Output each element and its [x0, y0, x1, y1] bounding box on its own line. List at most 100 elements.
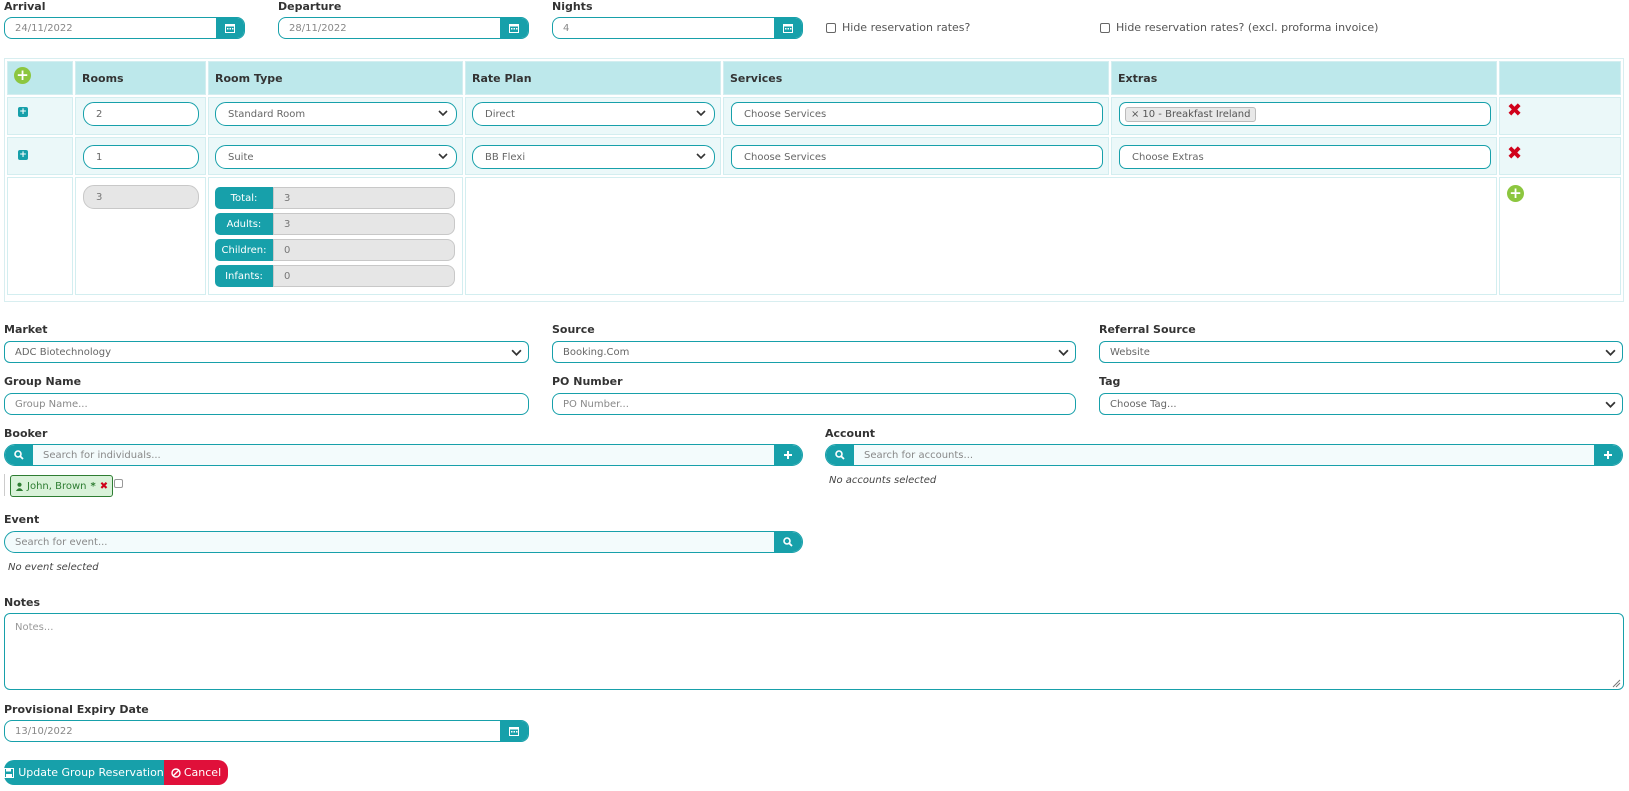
search-icon[interactable]: [5, 445, 33, 465]
account-search-input[interactable]: Search for accounts...: [854, 445, 1594, 465]
table-cell: [465, 177, 1497, 295]
occupancy-children: Children: 0: [215, 239, 455, 261]
occupancy-label: Children:: [215, 239, 273, 261]
primary-marker: *: [90, 480, 96, 492]
add-room-row-icon[interactable]: +: [14, 67, 31, 84]
event-search[interactable]: Search for event...: [4, 531, 803, 553]
search-icon[interactable]: [774, 532, 802, 552]
occupancy-value: 0: [273, 265, 455, 287]
referral-source-select[interactable]: Website: [1099, 341, 1623, 363]
calendar-icon[interactable]: [774, 18, 802, 38]
header-rate-plan: Rate Plan: [465, 61, 721, 95]
market-label: Market: [4, 323, 48, 336]
booker-selected-chip[interactable]: John, Brown * ✖: [10, 475, 114, 497]
update-group-reservation-button[interactable]: Update Group Reservation: [4, 760, 164, 785]
expand-row-icon[interactable]: +: [18, 107, 28, 117]
group-name-label: Group Name: [4, 375, 82, 388]
occupancy-label: Adults:: [215, 213, 273, 235]
tag-select[interactable]: Choose Tag...: [1099, 393, 1623, 415]
booker-name: John, Brown: [27, 480, 87, 492]
room-type-select[interactable]: Suite: [215, 145, 457, 169]
resize-handle-icon[interactable]: [1612, 679, 1621, 688]
header-actions: [1499, 61, 1621, 95]
add-account-icon[interactable]: [1594, 445, 1622, 465]
occupancy-label: Total:: [215, 187, 273, 209]
calendar-icon[interactable]: [500, 18, 528, 38]
calendar-icon[interactable]: [500, 721, 528, 741]
extras-select[interactable]: × 10 - Breakfast Ireland: [1119, 102, 1491, 126]
chevron-down-icon: [696, 153, 706, 160]
occupancy-label: Infants:: [215, 265, 273, 287]
add-booker-icon[interactable]: [774, 445, 802, 465]
rooms-table: + Rooms Room Type Rate Plan Services Ext…: [4, 58, 1624, 302]
departure-label: Departure: [278, 0, 342, 13]
remove-booker-icon[interactable]: ✖: [100, 481, 108, 492]
chevron-down-icon: [1058, 349, 1069, 356]
departure-date-value[interactable]: 28/11/2022: [279, 18, 500, 38]
hide-rates-excl-label: Hide reservation rates? (excl. proforma …: [1116, 21, 1379, 34]
extras-tag[interactable]: × 10 - Breakfast Ireland: [1125, 106, 1257, 122]
tag-remove-icon[interactable]: ×: [1131, 109, 1139, 120]
chevron-down-icon: [511, 349, 522, 356]
nights-value[interactable]: 4: [553, 18, 774, 38]
source-value: Booking.Com: [563, 346, 630, 358]
hide-rates-excl-checkbox[interactable]: Hide reservation rates? (excl. proforma …: [1100, 21, 1378, 34]
notes-textarea[interactable]: Notes...: [4, 613, 1624, 690]
chevron-down-icon: [438, 110, 448, 117]
total-rooms-value: 3: [83, 185, 199, 209]
source-label: Source: [552, 323, 595, 336]
remove-row-icon[interactable]: ✖: [1507, 102, 1522, 120]
rate-plan-select[interactable]: BB Flexi: [472, 145, 715, 169]
no-event-text: No event selected: [8, 562, 99, 573]
row-expand-cell: [7, 97, 73, 135]
booker-label: Booker: [4, 427, 48, 440]
services-select[interactable]: Choose Services: [731, 102, 1103, 126]
rate-plan-select[interactable]: Direct: [472, 102, 715, 126]
occupancy-value: 3: [273, 213, 455, 235]
rooms-count-input[interactable]: 2: [83, 102, 199, 126]
group-name-input[interactable]: Group Name...: [4, 393, 529, 415]
event-search-input[interactable]: Search for event...: [5, 532, 774, 552]
room-type-value: Standard Room: [228, 108, 306, 120]
extras-tag-label: 10 - Breakfast Ireland: [1142, 108, 1251, 120]
search-icon[interactable]: [826, 445, 854, 465]
hide-rates-checkbox[interactable]: Hide reservation rates?: [826, 21, 970, 34]
arrival-date-value[interactable]: 24/11/2022: [5, 18, 216, 38]
cancel-button[interactable]: Cancel: [164, 760, 228, 785]
chevron-down-icon: [696, 110, 706, 117]
occupancy-value: 0: [273, 239, 455, 261]
calendar-icon[interactable]: [216, 18, 244, 38]
checkbox-box[interactable]: [1100, 22, 1110, 33]
expand-row-icon[interactable]: +: [18, 150, 28, 160]
booker-checkbox[interactable]: [114, 479, 123, 488]
source-select[interactable]: Booking.Com: [552, 341, 1076, 363]
rooms-count-input[interactable]: 1: [83, 145, 199, 169]
occupancy-infants: Infants: 0: [215, 265, 455, 287]
add-room-icon[interactable]: +: [1507, 185, 1524, 202]
divider: [4, 474, 5, 496]
po-number-input[interactable]: PO Number...: [552, 393, 1076, 415]
booker-search[interactable]: Search for individuals...: [4, 444, 803, 466]
expiry-date-value[interactable]: 13/10/2022: [5, 721, 500, 741]
room-type-select[interactable]: Standard Room: [215, 102, 457, 126]
market-select[interactable]: ADC Biotechnology: [4, 341, 529, 363]
event-label: Event: [4, 513, 40, 526]
ban-icon: [171, 767, 181, 778]
account-label: Account: [825, 427, 876, 440]
account-search[interactable]: Search for accounts...: [825, 444, 1623, 466]
occupancy-adults: Adults: 3: [215, 213, 455, 235]
hide-rates-label: Hide reservation rates?: [842, 21, 971, 34]
notes-label: Notes: [4, 596, 41, 609]
checkbox-box[interactable]: [826, 22, 836, 33]
departure-date-input[interactable]: 28/11/2022: [278, 17, 529, 39]
referral-source-value: Website: [1110, 346, 1150, 358]
row-expand-cell: [7, 137, 73, 175]
expiry-date-input[interactable]: 13/10/2022: [4, 720, 529, 742]
arrival-date-input[interactable]: 24/11/2022: [4, 17, 245, 39]
update-button-label: Update Group Reservation: [18, 766, 164, 779]
extras-select[interactable]: Choose Extras: [1119, 145, 1491, 169]
remove-row-icon[interactable]: ✖: [1507, 145, 1522, 163]
booker-search-input[interactable]: Search for individuals...: [33, 445, 774, 465]
services-select[interactable]: Choose Services: [731, 145, 1103, 169]
nights-input[interactable]: 4: [552, 17, 803, 39]
